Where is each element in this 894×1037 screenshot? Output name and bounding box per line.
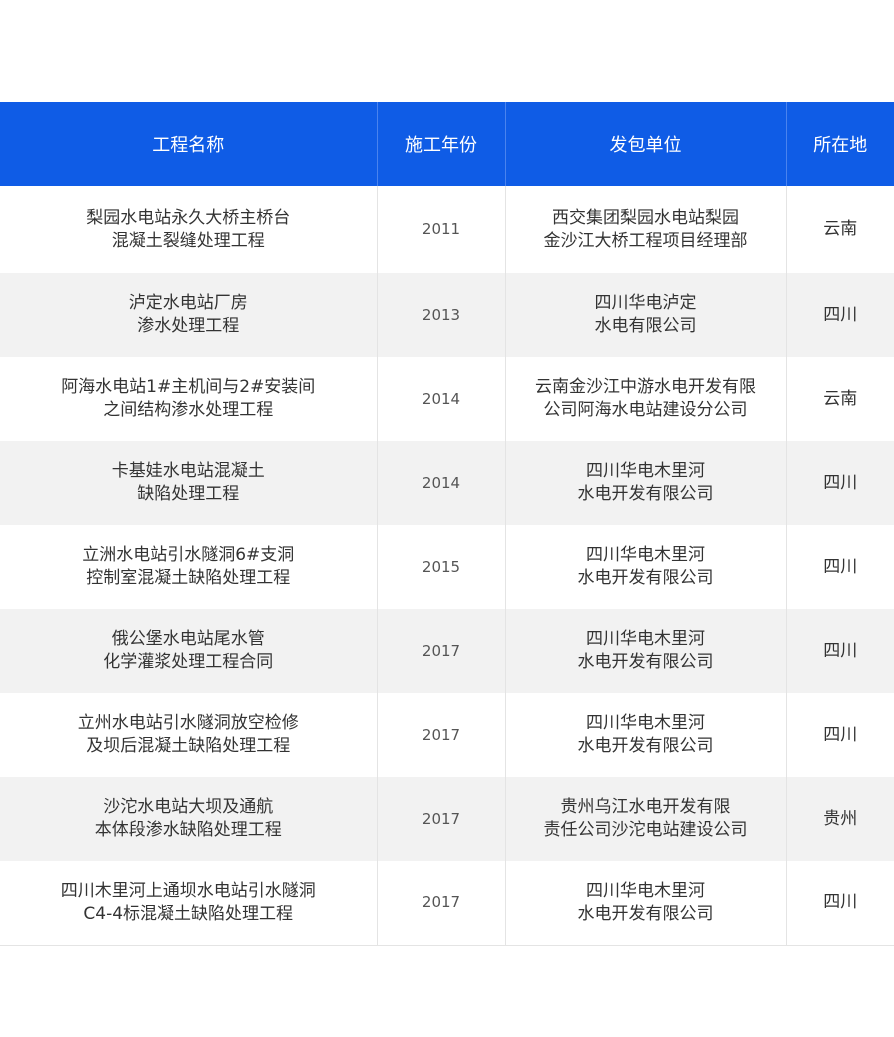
- client-line: 水电开发有限公司: [577, 903, 714, 924]
- project-name-line: 化学灌浆处理工程合同: [103, 652, 274, 672]
- project-name-line: 阿海水电站1#主机间与2#安装间: [61, 377, 316, 397]
- table-row: 立洲水电站引水隧洞6#支洞 控制室混凝土缺陷处理工程 2015 四川华电木里河 水电…: [0, 525, 894, 609]
- project-name-line: 之间结构渗水处理工程: [103, 400, 274, 420]
- location-cell: 云南: [786, 357, 894, 441]
- table-row: 卡基娃水电站混凝土 缺陷处理工程 2014 四川华电木里河 水电开发有限公司 四川: [0, 441, 894, 525]
- client-cell: 四川华电木里河 水电开发有限公司: [505, 525, 787, 609]
- project-name-cell: 俄公堡水电站尾水管 化学灌浆处理工程合同: [0, 609, 378, 693]
- location-cell: 四川: [786, 525, 894, 609]
- year-cell: 2017: [377, 609, 506, 693]
- project-name-cell: 立洲水电站引水隧洞6#支洞 控制室混凝土缺陷处理工程: [0, 525, 378, 609]
- project-name-line: 泸定水电站厂房: [128, 293, 248, 313]
- year-cell: 2013: [377, 273, 506, 357]
- project-name-cell: 泸定水电站厂房 渗水处理工程: [0, 273, 378, 357]
- client-cell: 四川华电木里河 水电开发有限公司: [505, 861, 787, 946]
- client-cell: 云南金沙江中游水电开发有限 公司阿海水电站建设分公司: [505, 357, 787, 441]
- project-name-cell: 沙沱水电站大坝及通航 本体段渗水缺陷处理工程: [0, 777, 378, 861]
- table-row: 沙沱水电站大坝及通航 本体段渗水缺陷处理工程 2017 贵州乌江水电开发有限 责任公…: [0, 777, 894, 861]
- header-project-name: 工程名称: [0, 102, 378, 186]
- project-name-line: 卡基娃水电站混凝土: [111, 461, 265, 481]
- location-cell: 四川: [786, 609, 894, 693]
- header-construction-year: 施工年份: [377, 102, 506, 186]
- year-cell: 2015: [377, 525, 506, 609]
- project-name-line: 缺陷处理工程: [137, 484, 240, 504]
- client-line: 水电开发有限公司: [577, 736, 714, 756]
- client-line: 水电开发有限公司: [577, 568, 714, 588]
- location-cell: 四川: [786, 273, 894, 357]
- year-cell: 2014: [377, 357, 506, 441]
- project-name-line: 沙沱水电站大坝及通航: [103, 797, 274, 817]
- project-name-line: 俄公堡水电站尾水管: [111, 629, 265, 649]
- table-row: 四川木里河上通坝水电站引水隧洞 C4-4标混凝土缺陷处理工程 2017 四川华电木…: [0, 861, 894, 946]
- client-line: 水电有限公司: [594, 316, 697, 336]
- table-row: 俄公堡水电站尾水管 化学灌浆处理工程合同 2017 四川华电木里河 水电开发有限公司…: [0, 609, 894, 693]
- client-cell: 四川华电木里河 水电开发有限公司: [505, 693, 787, 777]
- client-line: 水电开发有限公司: [577, 484, 714, 504]
- project-name-line: 立洲水电站引水隧洞6#支洞: [82, 545, 295, 565]
- header-location: 所在地: [786, 102, 894, 186]
- table-row: 阿海水电站1#主机间与2#安装间 之间结构渗水处理工程 2014 云南金沙江中游水…: [0, 357, 894, 441]
- project-name-line: 本体段渗水缺陷处理工程: [94, 820, 282, 840]
- client-line: 四川华电木里河: [586, 545, 705, 565]
- table-header-row: 工程名称 施工年份 发包单位 所在地: [0, 102, 894, 186]
- projects-table: 工程名称 施工年份 发包单位 所在地 梨园水电站永久大桥主桥台 混凝土裂缝处理工程…: [0, 102, 894, 946]
- year-cell: 2014: [377, 441, 506, 525]
- client-cell: 贵州乌江水电开发有限 责任公司沙沱电站建设公司: [505, 777, 787, 861]
- location-cell: 四川: [786, 861, 894, 946]
- year-cell: 2017: [377, 861, 506, 946]
- location-cell: 云南: [786, 186, 894, 273]
- project-name-cell: 立州水电站引水隧洞放空检修 及坝后混凝土缺陷处理工程: [0, 693, 378, 777]
- client-line: 西交集团梨园水电站梨园: [552, 207, 739, 228]
- table-row: 梨园水电站永久大桥主桥台 混凝土裂缝处理工程 2011 西交集团梨园水电站梨园 金沙…: [0, 186, 894, 273]
- client-line: 责任公司沙沱电站建设公司: [543, 820, 748, 840]
- header-client: 发包单位: [505, 102, 787, 186]
- client-cell: 西交集团梨园水电站梨园 金沙江大桥工程项目经理部: [505, 186, 787, 273]
- location-cell: 贵州: [786, 777, 894, 861]
- year-cell: 2011: [377, 186, 506, 273]
- client-line: 四川华电木里河: [586, 713, 705, 733]
- client-line: 四川华电木里河: [586, 880, 705, 901]
- client-line: 四川华电木里河: [586, 629, 705, 649]
- client-line: 贵州乌江水电开发有限: [560, 797, 731, 817]
- location-cell: 四川: [786, 441, 894, 525]
- year-cell: 2017: [377, 777, 506, 861]
- location-cell: 四川: [786, 693, 894, 777]
- client-line: 云南金沙江中游水电开发有限: [535, 377, 756, 397]
- project-name-cell: 阿海水电站1#主机间与2#安装间 之间结构渗水处理工程: [0, 357, 378, 441]
- project-name-line: 混凝土裂缝处理工程: [111, 230, 265, 251]
- client-line: 四川华电木里河: [586, 461, 705, 481]
- client-cell: 四川华电木里河 水电开发有限公司: [505, 609, 787, 693]
- project-name-line: 及坝后混凝土缺陷处理工程: [86, 736, 291, 756]
- project-name-cell: 四川木里河上通坝水电站引水隧洞 C4-4标混凝土缺陷处理工程: [0, 861, 378, 946]
- project-name-line: 渗水处理工程: [137, 316, 240, 336]
- project-name-line: 立州水电站引水隧洞放空检修: [77, 713, 299, 733]
- year-cell: 2017: [377, 693, 506, 777]
- client-line: 水电开发有限公司: [577, 652, 714, 672]
- client-line: 公司阿海水电站建设分公司: [543, 400, 748, 420]
- project-name-cell: 梨园水电站永久大桥主桥台 混凝土裂缝处理工程: [0, 186, 378, 273]
- client-line: 金沙江大桥工程项目经理部: [543, 230, 748, 251]
- client-cell: 四川华电泸定 水电有限公司: [505, 273, 787, 357]
- project-name-line: 控制室混凝土缺陷处理工程: [86, 568, 291, 588]
- client-line: 四川华电泸定: [594, 293, 697, 313]
- table-row: 立州水电站引水隧洞放空检修 及坝后混凝土缺陷处理工程 2017 四川华电木里河 水电…: [0, 693, 894, 777]
- project-name-line: 四川木里河上通坝水电站引水隧洞: [60, 880, 316, 901]
- project-name-cell: 卡基娃水电站混凝土 缺陷处理工程: [0, 441, 378, 525]
- table-row: 泸定水电站厂房 渗水处理工程 2013 四川华电泸定 水电有限公司 四川: [0, 273, 894, 357]
- client-cell: 四川华电木里河 水电开发有限公司: [505, 441, 787, 525]
- project-name-line: C4-4标混凝土缺陷处理工程: [83, 903, 294, 924]
- projects-table-container: 工程名称 施工年份 发包单位 所在地 梨园水电站永久大桥主桥台 混凝土裂缝处理工程…: [0, 102, 894, 946]
- project-name-line: 梨园水电站永久大桥主桥台: [86, 207, 291, 228]
